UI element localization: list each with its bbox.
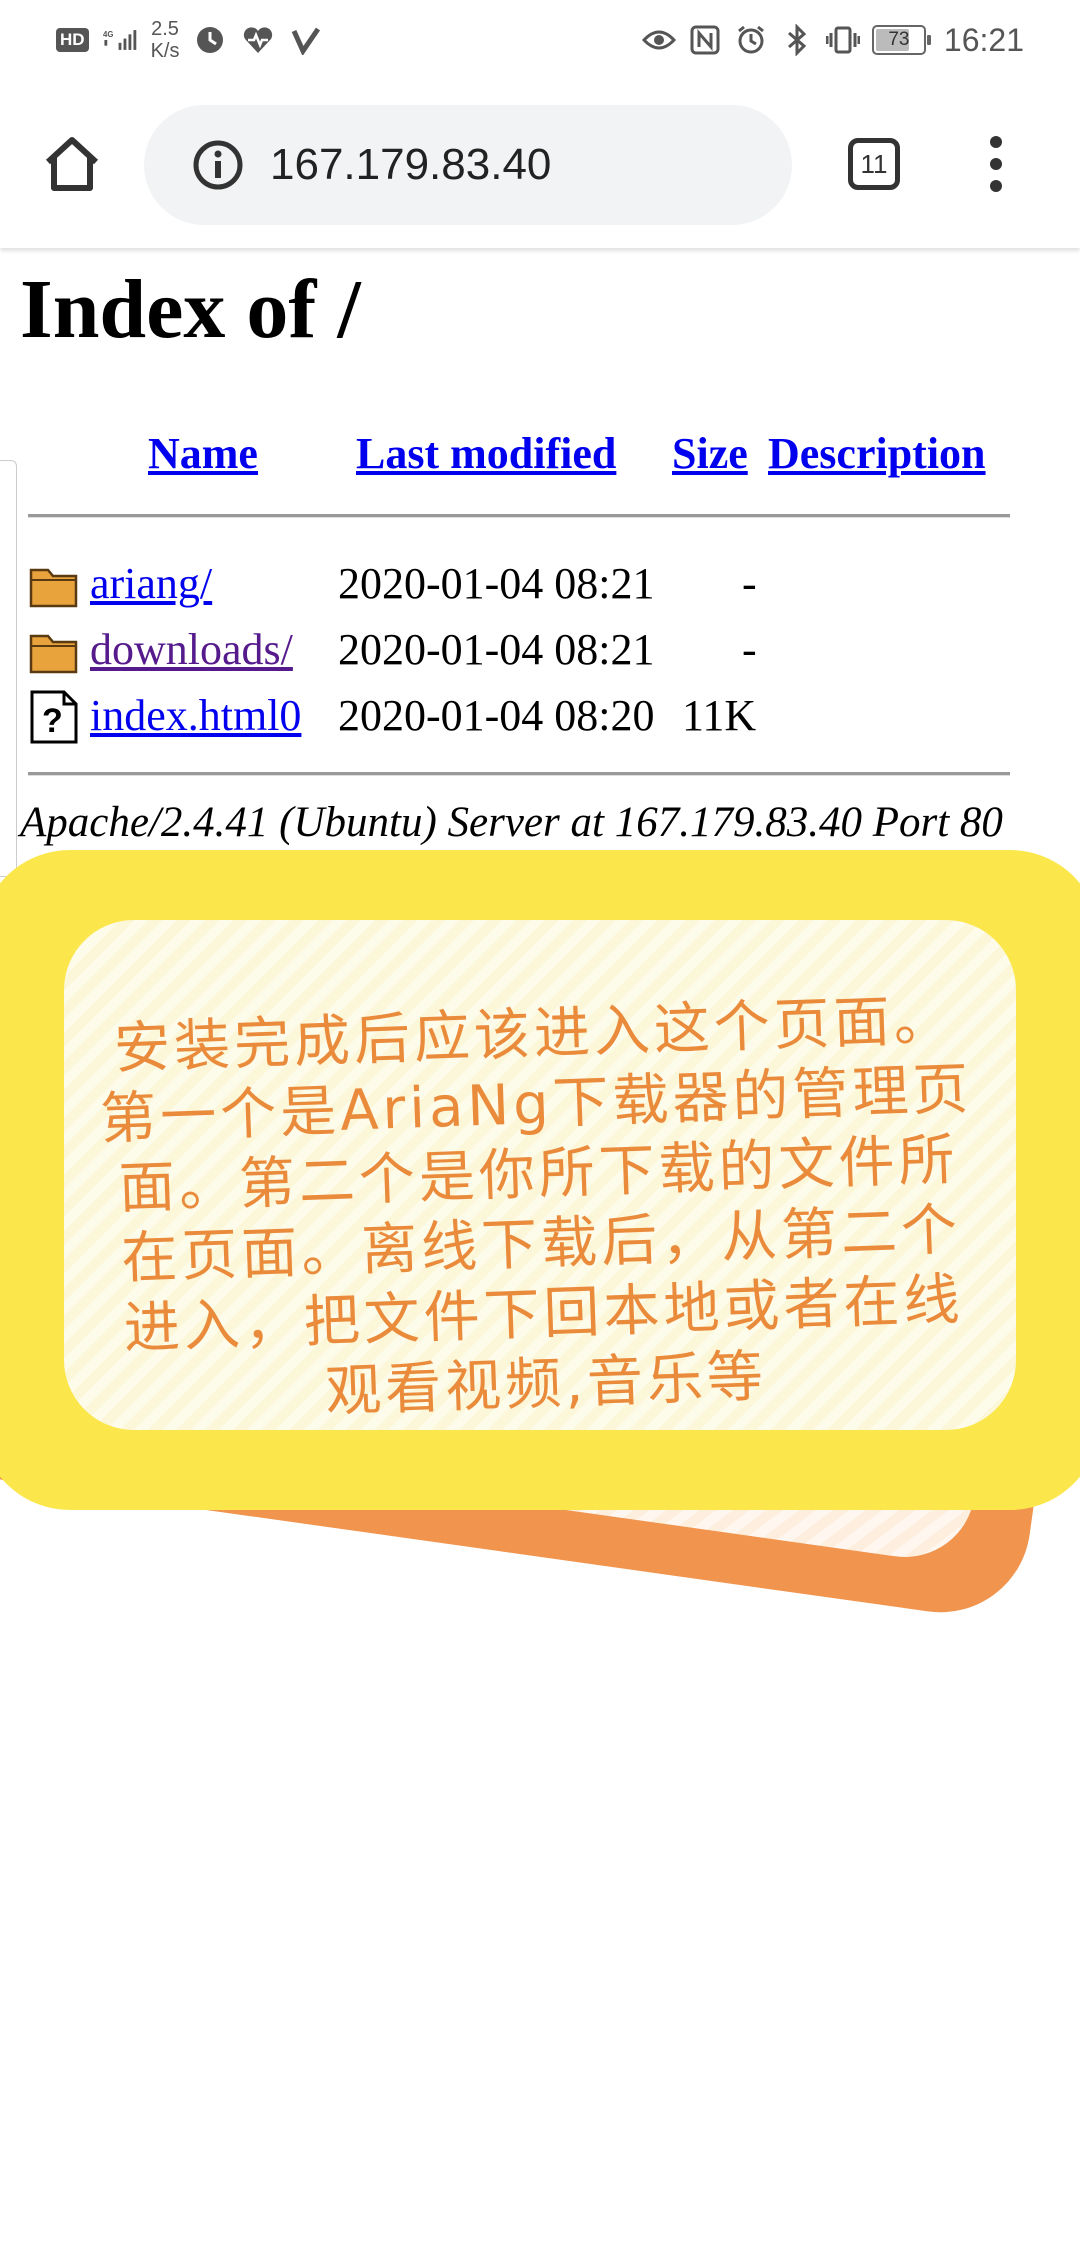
- clock-app-icon: [193, 23, 227, 57]
- server-signature: Apache/2.4.41 (Ubuntu) Server at 167.179…: [20, 799, 1003, 846]
- file-link[interactable]: index.html0: [90, 690, 301, 741]
- annotation-note-text: 安装完成后应该进入这个页面。第一个是AriaNg下载器的管理页面。第二个是你所下…: [99, 987, 974, 1425]
- signal-icon: 4G: [103, 23, 137, 57]
- status-bar: HD 4G 2.5 K/s 73 16:21: [0, 0, 1080, 80]
- home-icon: [45, 137, 99, 191]
- sort-by-last-modified-link[interactable]: Last modified: [356, 428, 616, 479]
- eye-comfort-icon: [641, 23, 676, 57]
- tab-switcher-button[interactable]: 11: [848, 138, 900, 190]
- sort-by-name-link[interactable]: Name: [148, 428, 258, 479]
- check-app-icon: [289, 23, 323, 57]
- info-icon[interactable]: [192, 139, 244, 191]
- svg-text:?: ?: [42, 702, 63, 740]
- page-title: Index of /: [20, 263, 361, 356]
- overflow-menu-button[interactable]: [976, 132, 1016, 196]
- tab-count: 11: [860, 149, 888, 179]
- url-text[interactable]: 167.179.83.40: [270, 135, 551, 195]
- battery-indicator: 73: [871, 25, 931, 55]
- file-link[interactable]: ariang/: [90, 558, 212, 609]
- last-modified: 2020-01-04 08:20: [338, 691, 655, 740]
- file-link[interactable]: downloads/: [90, 624, 293, 675]
- nfc-icon: [688, 23, 722, 57]
- sort-by-description-link[interactable]: Description: [768, 428, 986, 479]
- battery-level: 73: [888, 29, 910, 50]
- network-speed: 2.5 K/s: [150, 18, 180, 62]
- unknown-file-icon: ?: [30, 690, 78, 744]
- health-heart-icon: [241, 23, 275, 57]
- menu-icon: [990, 136, 1002, 192]
- bluetooth-icon: [780, 23, 814, 57]
- folder-icon: [29, 568, 78, 608]
- address-bar[interactable]: 167.179.83.40: [144, 105, 792, 225]
- folder-icon: [29, 634, 78, 674]
- hd-voice-badge: HD: [56, 28, 89, 52]
- table-row: ariang/ 2020-01-04 08:21 -: [28, 554, 1014, 614]
- file-size: 11K: [682, 691, 757, 740]
- divider-bottom: [28, 772, 1010, 776]
- last-modified: 2020-01-04 08:21: [338, 559, 655, 608]
- clock-time: 16:21: [943, 21, 1024, 58]
- svg-text:4G: 4G: [103, 30, 113, 39]
- table-row: downloads/ 2020-01-04 08:21 -: [28, 620, 1014, 680]
- status-bar-right: 73 16:21: [641, 18, 1024, 62]
- last-modified: 2020-01-04 08:21: [338, 625, 655, 674]
- scroll-edge-handle: [0, 460, 17, 877]
- divider-top: [28, 514, 1010, 518]
- column-headers: Name Last modified Size Description: [28, 424, 1014, 484]
- browser-toolbar: 167.179.83.40 11: [0, 80, 1080, 248]
- alarm-icon: [734, 23, 768, 57]
- file-size: -: [742, 625, 757, 674]
- sort-by-size-link[interactable]: Size: [672, 428, 748, 479]
- table-row: ? index.html0 2020-01-04 08:20 11K: [28, 686, 1014, 746]
- home-button[interactable]: [40, 132, 104, 196]
- file-size: -: [742, 559, 757, 608]
- status-bar-left: HD 4G 2.5 K/s: [56, 18, 323, 62]
- vibrate-icon: [825, 23, 860, 57]
